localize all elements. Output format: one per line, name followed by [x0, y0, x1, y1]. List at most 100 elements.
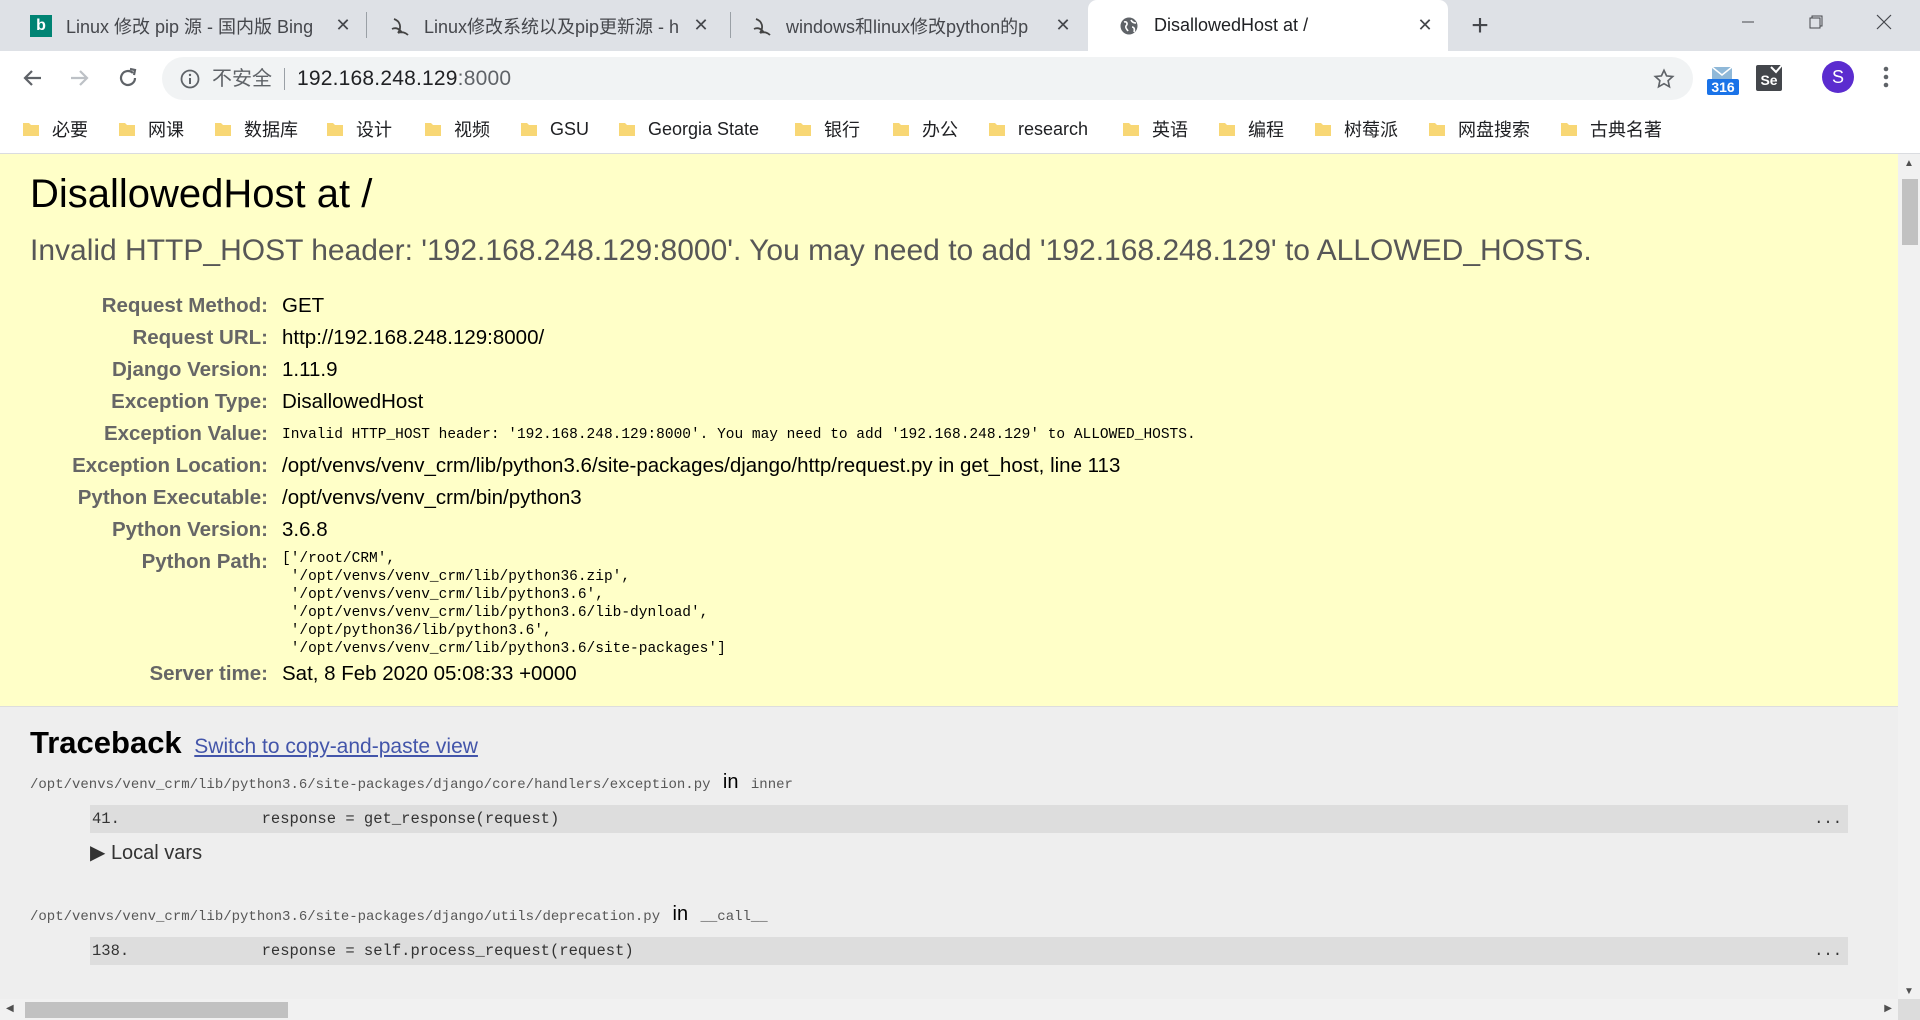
scroll-right-icon[interactable]: ▶ — [1884, 1003, 1892, 1014]
bing-icon: b — [30, 14, 52, 37]
tab-linux-pip[interactable]: Linux修改系统以及pip更新源 - h ✕ — [358, 0, 724, 51]
bookmark-item[interactable]: GSU — [520, 115, 589, 143]
forward-arrow-icon — [71, 70, 89, 86]
insecure-label[interactable]: 不安全 — [212, 67, 285, 90]
folder-icon — [1429, 123, 1445, 136]
bookmark-label: 必要 — [52, 120, 88, 140]
frame-in: in — [722, 771, 739, 793]
bookmark-item[interactable]: 网课 — [118, 115, 184, 143]
meta-value: Invalid HTTP_HOST header: '192.168.248.1… — [282, 427, 1196, 443]
bookmark-item[interactable]: 网盘搜索 — [1428, 115, 1530, 143]
info-icon[interactable] — [178, 67, 202, 91]
folder-icon — [1219, 123, 1235, 136]
bookmark-label: 网课 — [148, 120, 184, 140]
meta-key: Exception Value: — [103, 422, 268, 445]
meta-value: /opt/venvs/venv_crm/bin/python3 — [282, 486, 582, 509]
meta-key: Python Executable: — [77, 486, 268, 509]
horizontal-scroll-thumb[interactable] — [25, 1002, 288, 1018]
svg-text:Se: Se — [1760, 72, 1777, 88]
tab-windows-linux[interactable]: windows和linux修改python的p ✕ — [720, 0, 1086, 51]
vertical-scrollbar[interactable]: ▲ ▼ — [1898, 154, 1920, 999]
restore-button[interactable] — [1782, 0, 1850, 44]
bookmark-item[interactable]: 设计 — [326, 115, 392, 143]
bookmark-item[interactable]: 数据库 — [214, 115, 298, 143]
traceback-section: Traceback Switch to copy-and-paste view … — [0, 707, 1898, 999]
close-icon[interactable]: ✕ — [1052, 15, 1074, 37]
bookmark-item[interactable]: 银行 — [794, 115, 860, 143]
vertical-scroll-thumb[interactable] — [1902, 179, 1918, 245]
frame-in: in — [672, 903, 689, 925]
meta-row: Exception Location: /opt/venvs/venv_crm/l… — [0, 454, 1898, 486]
scroll-up-icon[interactable]: ▲ — [1904, 158, 1914, 169]
bookmark-item[interactable]: research — [988, 115, 1088, 143]
browser-toolbar: 不安全 192.168.248.129:8000 316 Se S — [0, 51, 1920, 105]
reload-button[interactable] — [110, 60, 146, 96]
folder-icon — [327, 123, 343, 136]
line-number: 41. — [92, 810, 120, 828]
close-window-button[interactable] — [1850, 0, 1918, 44]
meta-value: GET — [282, 294, 325, 317]
tab-strip: b Linux 修改 pip 源 - 国内版 Bing ✕ Linux修改系统以… — [0, 0, 1920, 51]
local-vars-toggle[interactable]: ▶ Local vars — [90, 840, 202, 865]
copy-paste-view-link[interactable]: Switch to copy-and-paste view — [194, 735, 478, 758]
profile-avatar[interactable]: S — [1822, 61, 1854, 93]
bookmark-label: 编程 — [1248, 120, 1284, 140]
folder-icon — [23, 123, 39, 136]
new-tab-button[interactable]: + — [1464, 9, 1496, 42]
folder-icon — [795, 123, 811, 136]
frame-func: __call__ — [700, 909, 768, 925]
menu-kebab-icon[interactable] — [1874, 62, 1898, 94]
meta-value: /opt/venvs/venv_crm/lib/python3.6/site-p… — [282, 454, 1121, 477]
scroll-down-icon[interactable]: ▼ — [1904, 986, 1914, 997]
meta-key: Exception Location: — [72, 454, 268, 477]
bookmark-item[interactable]: Georgia State — [618, 115, 759, 143]
bookmark-item[interactable]: 编程 — [1218, 115, 1284, 143]
code-context-line[interactable]: 41. response = get_response(request) ... — [90, 805, 1848, 833]
url-host: 192.168.248.129 — [297, 66, 458, 90]
tab-bing[interactable]: b Linux 修改 pip 源 - 国内版 Bing ✕ — [0, 0, 366, 51]
bookmark-star-icon[interactable] — [1651, 66, 1677, 92]
forward-button[interactable] — [62, 60, 98, 96]
line-number: 138. — [92, 942, 130, 960]
folder-icon — [215, 123, 231, 136]
meta-key: Python Version: — [111, 518, 268, 541]
back-button[interactable] — [14, 60, 50, 96]
folder-icon — [425, 123, 441, 136]
close-icon[interactable]: ✕ — [332, 15, 354, 37]
url-text[interactable]: 192.168.248.129:8000 — [297, 67, 511, 91]
bookmark-item[interactable]: 英语 — [1122, 115, 1188, 143]
scrollbar-corner — [1898, 999, 1920, 1020]
bookmark-label: 设计 — [356, 120, 392, 140]
bookmark-label: 网盘搜索 — [1458, 120, 1530, 140]
meta-row: Request URL: http://192.168.248.129:8000/ — [0, 326, 1898, 358]
selenium-extension-icon[interactable]: Se — [1754, 63, 1788, 97]
meta-row: Server time: Sat, 8 Feb 2020 05:08:33 +00… — [0, 662, 1898, 694]
expand-context-dots[interactable]: ... — [1814, 810, 1842, 828]
scroll-left-icon[interactable]: ◀ — [6, 1003, 14, 1014]
bookmark-item[interactable]: 必要 — [22, 115, 88, 143]
meta-row: Python Version: 3.6.8 — [0, 518, 1898, 550]
meta-value: http://192.168.248.129:8000/ — [282, 326, 545, 349]
bookmark-item[interactable]: 视频 — [424, 115, 490, 143]
code-context-line[interactable]: 138. response = self.process_request(req… — [90, 937, 1848, 965]
traceback-title: Traceback — [30, 725, 182, 760]
close-icon[interactable]: ✕ — [690, 15, 712, 37]
tab-disallowedhost[interactable]: DisallowedHost at / ✕ — [1088, 0, 1448, 51]
minimize-button[interactable] — [1714, 0, 1782, 44]
bookmark-item[interactable]: 古典名著 — [1560, 115, 1662, 143]
bookmark-label: 古典名著 — [1590, 120, 1662, 140]
meta-key: Django Version: — [111, 358, 268, 381]
globe-icon — [1118, 15, 1140, 37]
mail-extension-icon[interactable]: 316 — [1706, 63, 1740, 97]
meta-value: 1.11.9 — [282, 358, 338, 381]
meta-row: Exception Type: DisallowedHost — [0, 390, 1898, 422]
expand-context-dots[interactable]: ... — [1814, 942, 1842, 960]
traceback-heading: Traceback Switch to copy-and-paste view — [30, 725, 478, 761]
bookmark-label: research — [1018, 118, 1089, 139]
bookmark-item[interactable]: 办公 — [892, 115, 958, 143]
horizontal-scrollbar[interactable]: ◀ ▶ — [0, 999, 1898, 1020]
bookmark-item[interactable]: 树莓派 — [1314, 115, 1398, 143]
close-icon[interactable]: ✕ — [1414, 15, 1436, 37]
address-bar[interactable]: 不安全 192.168.248.129:8000 — [162, 57, 1693, 100]
bookmark-label: 英语 — [1152, 120, 1188, 140]
